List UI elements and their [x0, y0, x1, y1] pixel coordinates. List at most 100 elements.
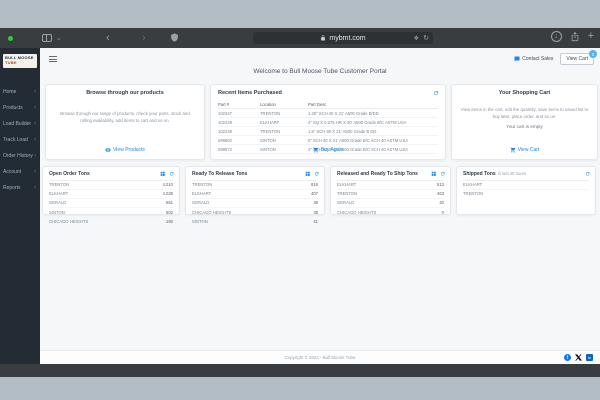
recent-items-table: Part # Location Part Desc 102247 TRENTON… [218, 100, 438, 154]
chevron-down-icon[interactable]: ⌄ [56, 34, 62, 42]
table-row: 102247 TRENTON 1.25" SCH 40 X 21' A500 G… [218, 108, 438, 118]
cart-icon [509, 147, 515, 153]
address-bar[interactable]: mybmt.com ❖ ↻ [253, 32, 433, 44]
grid-icon[interactable] [305, 171, 311, 177]
chevron-right-icon: › [34, 168, 36, 175]
stat-row: ELKHART 407 [192, 190, 318, 199]
chevron-right-icon: › [34, 88, 36, 95]
sidebar-item-label: Home [3, 88, 17, 95]
ready-to-release-tons-card: Ready To Release Tons TRENTON 818 ELKHART… [185, 166, 325, 224]
sidebar-item-order-history[interactable]: Order History › [0, 148, 40, 164]
sidebar-menu: Home › Products › Load Builder › Track L… [0, 84, 40, 196]
refresh-icon[interactable] [585, 171, 591, 177]
sidebar-item-products[interactable]: Products › [0, 100, 40, 116]
chevron-right-icon: › [34, 104, 36, 111]
facebook-icon[interactable]: f [564, 354, 571, 361]
stat-row: GERALD 38 [192, 199, 318, 209]
stat-title: Open Order Tons [49, 171, 90, 177]
location: ELKHART [260, 117, 308, 127]
part-number: 102247 [218, 108, 260, 118]
table-row: 102248 TRENTON 1.5" SCH 80 X 21' A500 Gr… [218, 126, 438, 136]
shopping-cart-card: Your Shopping Cart View items in the car… [451, 84, 598, 160]
reload-icon[interactable]: ↻ [423, 34, 429, 42]
part-desc: 6" SCH 40 X 21' A500 Grade B/C SCH 40 AS… [308, 135, 438, 145]
stat-row: ELKHART 513 [337, 181, 444, 190]
stat-row: GERALD 651 [49, 199, 173, 209]
downloads-icon[interactable]: ↓ [550, 31, 562, 42]
buy-again-button[interactable]: Buy Again [211, 147, 445, 153]
cart-empty-text: Your cart is empty [506, 124, 543, 130]
grid-icon[interactable] [160, 171, 166, 177]
new-tab-icon[interactable]: + [588, 31, 594, 42]
cart-icon [312, 147, 318, 153]
bull-moose-tube-logo[interactable]: BULL MOOSE TUBE [3, 54, 37, 68]
part-number: 102248 [218, 126, 260, 136]
released-ready-to-ship-tons-card: Released and Ready To Ship Tons ELKHART 5… [330, 166, 451, 215]
sidebar-item-label: Reports [3, 184, 21, 191]
open-order-tons-card: Open Order Tons TRENTON 4,010 ELKHART 4,03… [42, 166, 180, 224]
recent-items-card: Recent Items Purchased Part # Location P… [210, 84, 446, 160]
sidebar-item-label: Track Load [3, 136, 28, 143]
stat-row: TRENTON 4,010 [49, 181, 173, 190]
window-bottom-bar [0, 364, 600, 377]
logo-line2: TUBE [5, 59, 17, 65]
stat-row: SINTON 602 [49, 208, 173, 218]
x-twitter-icon[interactable] [575, 354, 582, 361]
location: TRENTON [260, 108, 308, 118]
browser-sidebar-toggle-icon[interactable] [42, 34, 52, 42]
lock-icon [321, 35, 326, 41]
contact-sales-label: Contact Sales [522, 56, 554, 62]
col-location: Location [260, 100, 308, 109]
sidebar-item-track-load[interactable]: Track Load › [0, 132, 40, 148]
traffic-light-green[interactable] [8, 36, 13, 41]
sidebar-item-load-builder[interactable]: Load Builder › [0, 116, 40, 132]
stat-row: CHICAGO HEIGHTS 190 [49, 218, 173, 224]
chevron-right-icon: › [34, 136, 36, 143]
grid-icon[interactable] [431, 171, 437, 177]
shipped-tons-card: Shipped Tons in last 48 hours ELKHART TR… [456, 166, 596, 215]
stat-row: TRENTON 818 [192, 181, 318, 190]
sidebar-item-home[interactable]: Home › [0, 84, 40, 100]
refresh-icon[interactable] [440, 171, 446, 177]
sidebar-item-label: Load Builder [3, 120, 32, 127]
browse-products-card: Browse through our products Browse throu… [45, 84, 205, 160]
chevron-right-icon: › [34, 184, 36, 191]
linkedin-icon[interactable]: in [586, 354, 593, 361]
view-products-label: View Products [113, 147, 145, 153]
sidebar-item-reports[interactable]: Reports › [0, 180, 40, 196]
stat-subtitle: in last 48 hours [497, 171, 527, 176]
stat-row: CHICAGO HEIGHTS 0 [337, 209, 444, 215]
address-url: mybmt.com [329, 34, 366, 42]
refresh-icon[interactable] [314, 171, 320, 177]
stat-row: CHICAGO HEIGHTS 38 [192, 208, 318, 218]
card-title: Recent Items Purchased [218, 90, 282, 96]
stat-row: TRENTON [463, 191, 484, 197]
view-cart-link[interactable]: View Cart [452, 147, 597, 153]
sidebar-item-account[interactable]: Account › [0, 164, 40, 180]
back-button[interactable]: ‹ [106, 31, 110, 45]
extension-icon[interactable]: ❖ [414, 35, 419, 42]
main-content: Contact Sales View Cart 0 Welcome to Bul… [40, 48, 600, 364]
part-desc: 4" SQ X 0.375 HR X 40' A500 Grade B/C AS… [308, 117, 438, 127]
refresh-icon[interactable] [433, 90, 439, 96]
privacy-shield-icon [171, 33, 178, 42]
page-footer: Copyright © 2024 - Bull Moose Tube f in [40, 350, 600, 364]
stat-row: ELKHART [463, 181, 589, 190]
hamburger-menu-icon[interactable] [49, 56, 57, 62]
contact-sales-button[interactable]: Contact Sales [514, 56, 553, 62]
card-body: Browse through our range of products, ch… [60, 111, 190, 123]
refresh-icon[interactable] [169, 171, 175, 177]
forward-button[interactable]: › [142, 31, 146, 45]
sidebar-item-label: Products [3, 104, 23, 111]
stat-row: GERALD 20 [337, 199, 444, 209]
stat-row: TRENTON 463 [337, 190, 444, 199]
page-title: Welcome to Bull Moose Tube Customer Port… [253, 68, 387, 75]
card-title: Your Shopping Cart [498, 90, 551, 96]
part-number: 102229 [218, 117, 260, 127]
location: SINTON [260, 135, 308, 145]
view-products-link[interactable]: View Products [46, 147, 204, 153]
share-icon[interactable] [570, 31, 580, 42]
view-cart-button[interactable]: View Cart 0 [560, 50, 597, 65]
location: TRENTON [260, 126, 308, 136]
chevron-right-icon: › [34, 152, 36, 159]
